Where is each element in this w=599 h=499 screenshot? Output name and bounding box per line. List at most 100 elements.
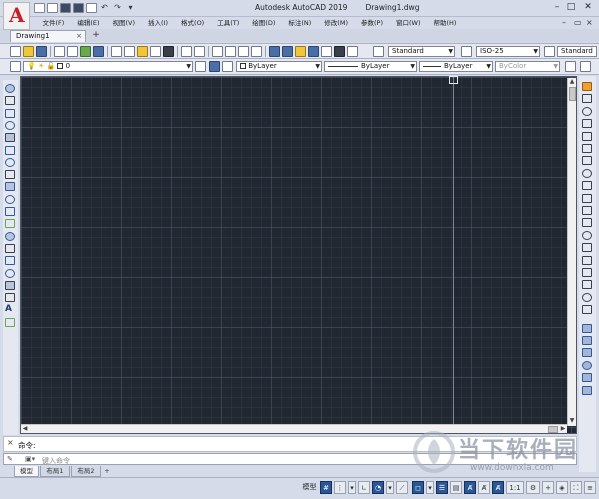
ortho-icon[interactable]: ∟ bbox=[358, 481, 370, 494]
undo-icon[interactable]: ↶ bbox=[99, 3, 110, 13]
isolate-objects-icon[interactable]: ◈ bbox=[556, 481, 568, 494]
cut-icon[interactable] bbox=[111, 46, 122, 57]
join-icon[interactable] bbox=[582, 243, 592, 253]
move-icon[interactable] bbox=[582, 144, 592, 153]
add-icon[interactable]: + bbox=[542, 481, 554, 494]
spline-icon[interactable] bbox=[5, 182, 15, 192]
multiline-text-icon[interactable]: A bbox=[5, 305, 15, 314]
polyline-icon[interactable] bbox=[5, 108, 15, 118]
menu-item[interactable]: 工具(T) bbox=[211, 18, 246, 28]
offset-icon[interactable] bbox=[582, 119, 592, 129]
menu-item[interactable]: 参数(P) bbox=[354, 18, 389, 28]
menu-item[interactable]: 标注(N) bbox=[282, 18, 318, 28]
scroll-up-icon[interactable]: ▲ bbox=[568, 78, 576, 86]
object-snap-icon[interactable]: ◻ bbox=[412, 481, 424, 494]
command-input[interactable]: 键入命令 bbox=[42, 456, 70, 466]
menu-item[interactable]: 修改(M) bbox=[318, 18, 355, 28]
draworder-above-icon[interactable] bbox=[582, 336, 592, 345]
tab-layout1[interactable]: 布局1 bbox=[40, 466, 70, 477]
drawing-canvas[interactable] bbox=[20, 76, 577, 434]
dim-linear-icon[interactable] bbox=[565, 61, 576, 72]
arc-icon[interactable] bbox=[5, 145, 15, 155]
layer-properties-icon[interactable] bbox=[10, 61, 21, 72]
menu-item[interactable]: 插入(I) bbox=[142, 18, 175, 28]
add-selected-icon[interactable] bbox=[5, 317, 15, 327]
match-properties-icon[interactable] bbox=[150, 46, 161, 57]
break-at-point-icon[interactable] bbox=[582, 218, 592, 228]
draworder-front-icon[interactable] bbox=[582, 305, 592, 315]
ellipse-icon[interactable] bbox=[5, 194, 15, 204]
close-command-icon[interactable]: × bbox=[7, 438, 14, 447]
qat-dropdown-icon[interactable]: ▾ bbox=[125, 3, 136, 13]
customize-icon[interactable]: ✎ bbox=[7, 455, 13, 463]
scroll-left-icon[interactable]: ◀ bbox=[21, 425, 29, 433]
dim-aligned-icon[interactable] bbox=[580, 61, 591, 72]
doc-restore-icon[interactable]: ▭ bbox=[574, 18, 582, 28]
polygon-icon[interactable] bbox=[5, 120, 15, 130]
rectangle-icon[interactable] bbox=[5, 133, 15, 143]
minimize-button[interactable]: – bbox=[551, 2, 563, 13]
color-select[interactable]: ByLayer ▼ bbox=[236, 61, 322, 72]
copy-object-icon[interactable] bbox=[582, 94, 592, 104]
array-icon[interactable] bbox=[582, 131, 592, 141]
save-as-icon[interactable] bbox=[73, 3, 84, 13]
make-block-icon[interactable] bbox=[5, 231, 15, 241]
open-icon[interactable] bbox=[23, 46, 34, 57]
vertical-scrollbar[interactable]: ▲ ▼ bbox=[567, 78, 576, 426]
transparency-icon[interactable]: ▤ bbox=[450, 481, 462, 494]
menu-item[interactable]: 窗口(W) bbox=[389, 18, 427, 28]
redo-icon[interactable] bbox=[194, 46, 205, 57]
annotation-scale-select[interactable]: 1:1 bbox=[506, 481, 524, 494]
menu-item[interactable]: 文件(F) bbox=[36, 18, 71, 28]
copy-icon[interactable] bbox=[124, 46, 135, 57]
auto-scale-icon[interactable]: Ⱥ bbox=[478, 481, 490, 494]
tab-model[interactable]: 模型 bbox=[14, 466, 39, 477]
lineweight-select[interactable]: ByLayer ▼ bbox=[419, 61, 493, 72]
open-file-icon[interactable] bbox=[47, 3, 58, 13]
menu-item[interactable]: 视图(V) bbox=[106, 18, 142, 28]
lineweight-toggle-icon[interactable]: ☰ bbox=[436, 481, 448, 494]
ellipse-arc-icon[interactable] bbox=[5, 207, 15, 216]
block-editor-icon[interactable] bbox=[163, 46, 174, 57]
new-file-icon[interactable] bbox=[34, 3, 45, 13]
close-window-button[interactable]: ✕ bbox=[581, 2, 595, 13]
menu-item[interactable]: 绘图(D) bbox=[246, 18, 282, 28]
menu-item[interactable]: 帮助(H) bbox=[427, 18, 463, 28]
pan-icon[interactable] bbox=[212, 46, 223, 57]
zoom-previous-icon[interactable] bbox=[251, 46, 262, 57]
osnap-dropdown-icon[interactable]: ▾ bbox=[426, 481, 434, 494]
scale-icon[interactable] bbox=[582, 168, 592, 178]
insert-block-icon[interactable] bbox=[5, 219, 15, 229]
qnew-icon[interactable] bbox=[10, 46, 21, 57]
save-icon[interactable] bbox=[60, 3, 71, 13]
help-icon[interactable] bbox=[347, 46, 358, 57]
paste-icon[interactable] bbox=[137, 46, 148, 57]
draworder-below-icon[interactable] bbox=[582, 348, 592, 358]
extend-icon[interactable] bbox=[582, 206, 592, 215]
text-style-select[interactable]: Standard ▼ bbox=[388, 46, 455, 57]
stretch-icon[interactable] bbox=[582, 181, 592, 191]
linetype-select[interactable]: ByLayer ▼ bbox=[324, 61, 417, 72]
markup-icon[interactable] bbox=[321, 46, 332, 57]
design-center-icon[interactable] bbox=[282, 46, 293, 57]
blend-curves-icon[interactable] bbox=[582, 280, 592, 290]
snap-dropdown-icon[interactable]: ▾ bbox=[348, 481, 356, 494]
zoom-realtime-icon[interactable] bbox=[225, 46, 236, 57]
add-layout-button[interactable]: + bbox=[102, 466, 112, 477]
customize-menu-icon[interactable]: ≡ bbox=[584, 481, 596, 494]
menu-item[interactable]: 格式(O) bbox=[175, 18, 211, 28]
fillet-icon[interactable] bbox=[582, 268, 592, 277]
polar-tracking-icon[interactable]: ◔ bbox=[372, 481, 384, 494]
explode-icon[interactable] bbox=[582, 292, 592, 302]
gear-icon[interactable]: ⚙ bbox=[526, 481, 540, 494]
layer-select[interactable]: 💡 ☀ 🔓 0 ▼ bbox=[23, 61, 193, 72]
draworder-back-icon[interactable] bbox=[582, 323, 592, 333]
maximize-button[interactable]: □ bbox=[565, 2, 577, 13]
region-icon[interactable] bbox=[5, 280, 15, 290]
erase-icon[interactable] bbox=[582, 82, 592, 91]
tab-layout2[interactable]: 布局2 bbox=[71, 466, 101, 477]
doc-close-icon[interactable]: × bbox=[586, 18, 593, 28]
calculator-icon[interactable] bbox=[334, 46, 345, 57]
tool-palettes-icon[interactable] bbox=[295, 46, 306, 57]
snap-icon[interactable]: ⋮ bbox=[334, 481, 346, 494]
